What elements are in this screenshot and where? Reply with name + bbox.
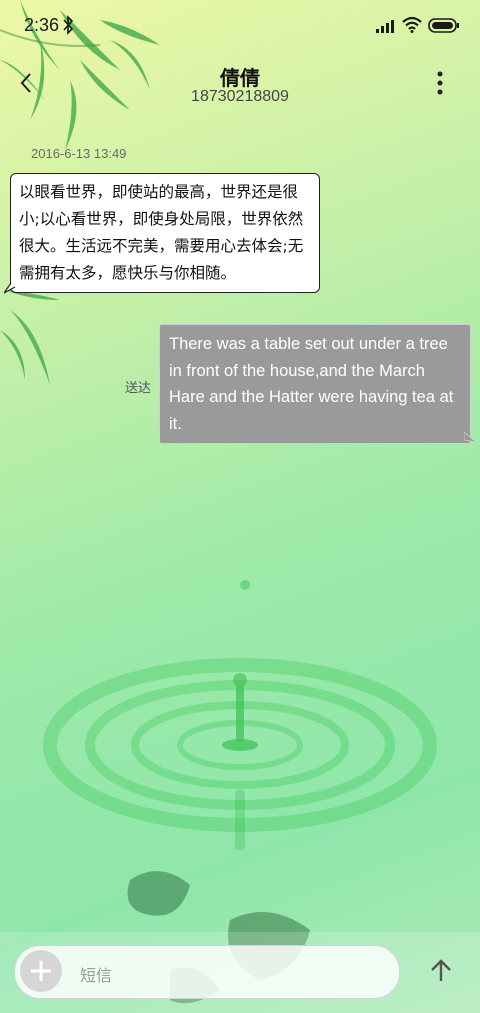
message-input-placeholder: 短信 [80, 966, 113, 985]
wifi-icon [402, 16, 422, 33]
incoming-message-bubble[interactable]: 以眼看世界，即使站的最高，世界还是很小;以心看世界，即使身处局限，世界依然很大。… [10, 173, 320, 293]
signal-icon [376, 20, 394, 33]
battery-icon [428, 18, 459, 33]
send-arrow-icon[interactable] [420, 950, 462, 992]
message-input[interactable] [14, 945, 400, 999]
incoming-message-text: 以眼看世界，即使站的最高，世界还是很小;以心看世界，即使身处局限，世界依然很大。… [19, 183, 304, 282]
water-drop-decoration [43, 580, 437, 850]
more-vertical-icon[interactable] [428, 70, 452, 98]
status-time: 2:36 [24, 15, 60, 35]
add-attachment-button[interactable] [20, 950, 62, 992]
outgoing-message-text: There was a table set out under a tree i… [169, 335, 454, 433]
contact-name: 倩倩 [220, 66, 260, 90]
delivery-status: 送达 [125, 381, 152, 396]
message-timestamp: 2016-6-13 13:49 [31, 146, 127, 161]
outgoing-bubble-tail [464, 432, 476, 443]
contact-number: 18730218809 [191, 88, 289, 105]
bluetooth-icon [63, 15, 74, 35]
outgoing-message-bubble[interactable]: There was a table set out under a tree i… [159, 324, 471, 444]
plus-icon [31, 961, 51, 981]
incoming-bubble-tail [4, 283, 16, 294]
